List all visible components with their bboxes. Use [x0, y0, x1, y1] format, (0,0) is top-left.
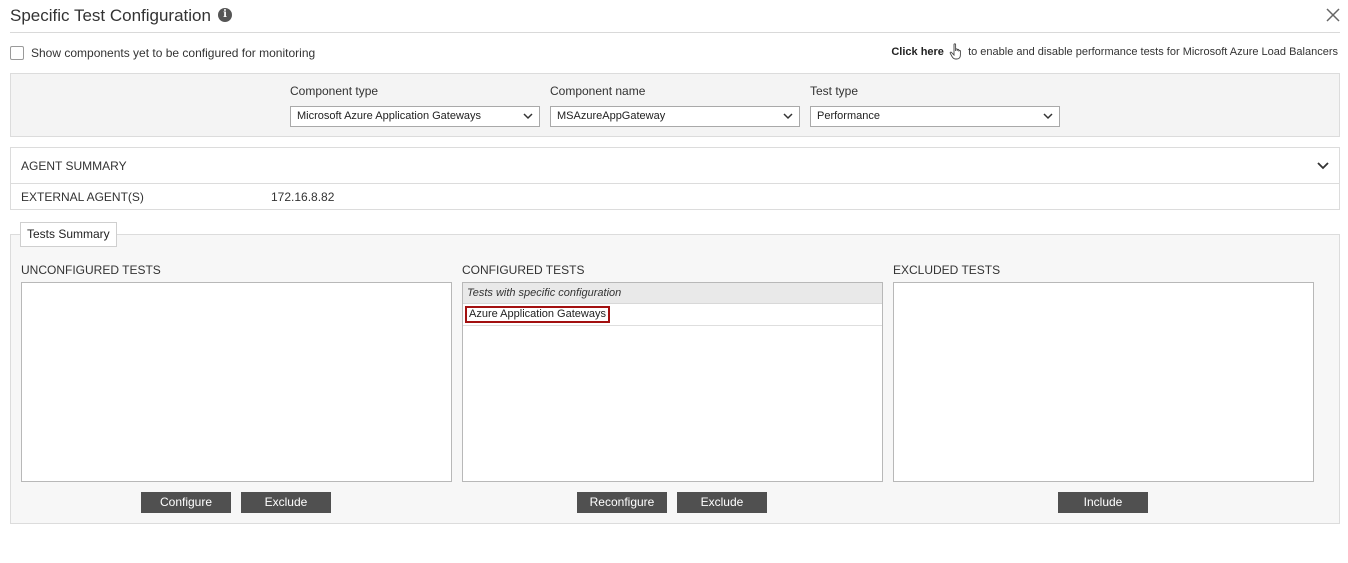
unconfigured-tests-label: UNCONFIGURED TESTS	[21, 263, 161, 277]
dialog-title: Specific Test Configuration	[10, 6, 211, 25]
exclude-configured-button[interactable]: Exclude	[677, 492, 767, 513]
component-name-field: Component name MSAzureAppGateway	[550, 84, 800, 127]
pointer-hand-icon	[949, 43, 961, 60]
test-type-value: Performance	[817, 110, 880, 122]
external-agents-label: EXTERNAL AGENT(S)	[21, 190, 144, 204]
component-name-label: Component name	[550, 84, 646, 98]
component-name-select[interactable]: MSAzureAppGateway	[550, 106, 800, 127]
show-components-label: Show components yet to be configured for…	[31, 46, 316, 60]
exclude-unconfigured-button[interactable]: Exclude	[241, 492, 331, 513]
show-components-checkbox[interactable]	[10, 46, 24, 60]
chevron-down-icon	[1043, 113, 1053, 120]
configured-group-header: Tests with specific configuration	[463, 283, 882, 304]
info-icon[interactable]: i	[218, 8, 232, 22]
component-type-value: Microsoft Azure Application Gateways	[297, 110, 482, 122]
external-agents-value: 172.16.8.82	[271, 190, 335, 204]
load-balancer-link-row: Click here to enable and disable perform…	[891, 43, 1338, 61]
click-here-description: to enable and disable performance tests …	[968, 46, 1338, 58]
click-here-link[interactable]: Click here	[891, 46, 944, 58]
tests-summary-tab: Tests Summary	[20, 222, 117, 247]
component-name-value: MSAzureAppGateway	[557, 110, 666, 122]
unconfigured-tests-list[interactable]	[21, 282, 452, 482]
list-item[interactable]: Azure Application Gateways	[463, 304, 882, 326]
chevron-down-icon[interactable]	[1317, 161, 1329, 170]
component-type-field: Component type Microsoft Azure Applicati…	[290, 84, 540, 127]
excluded-tests-label: EXCLUDED TESTS	[893, 263, 1001, 277]
agent-summary-panel: AGENT SUMMARY EXTERNAL AGENT(S) 172.16.8…	[10, 147, 1340, 210]
configured-tests-label: CONFIGURED TESTS	[462, 263, 585, 277]
chevron-down-icon	[783, 113, 793, 120]
agent-summary-title: AGENT SUMMARY	[21, 159, 127, 173]
configured-test-item[interactable]: Azure Application Gateways	[465, 306, 610, 323]
dialog-header: Specific Test Configuration i	[10, 0, 1340, 33]
reconfigure-button[interactable]: Reconfigure	[577, 492, 667, 513]
close-icon[interactable]	[1325, 7, 1341, 23]
component-type-label: Component type	[290, 84, 379, 98]
test-type-field: Test type Performance	[810, 84, 1060, 127]
test-type-select[interactable]: Performance	[810, 106, 1060, 127]
test-type-label: Test type	[810, 84, 859, 98]
agent-summary-header[interactable]: AGENT SUMMARY	[11, 148, 1339, 184]
include-button[interactable]: Include	[1058, 492, 1148, 513]
excluded-tests-list[interactable]	[893, 282, 1314, 482]
component-type-select[interactable]: Microsoft Azure Application Gateways	[290, 106, 540, 127]
configured-tests-list[interactable]: Tests with specific configuration Azure …	[462, 282, 883, 482]
configure-button[interactable]: Configure	[141, 492, 231, 513]
chevron-down-icon	[523, 113, 533, 120]
filter-panel: Component type Microsoft Azure Applicati…	[10, 73, 1340, 137]
